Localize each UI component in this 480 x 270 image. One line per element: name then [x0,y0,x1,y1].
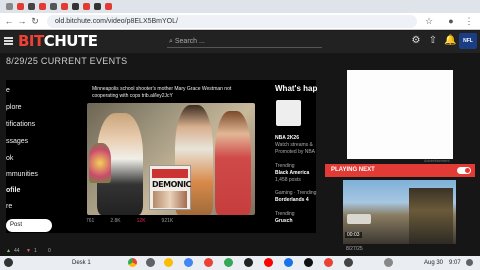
sidemenu-item: tifications [6,121,36,128]
menu-kebab-icon[interactable]: ⋮ [464,16,474,26]
youtube-icon[interactable] [264,258,273,267]
next-video-date: 8/27/25 [346,246,363,252]
avatar[interactable]: NFL [459,33,477,49]
dislike-icon[interactable]: ▼ [26,248,31,254]
autoplay-toggle[interactable] [457,167,471,174]
next-video-duration: 00:03 [345,232,362,238]
reload-icon[interactable]: ↻ [30,16,40,26]
shelf-date[interactable]: Aug 30 [424,258,443,268]
trend-name: Borderlands 4 [275,197,309,203]
tab-icon[interactable] [83,3,90,10]
repost-count: 2.8K [110,218,121,224]
dislike-count: 1 [34,248,37,254]
tweet-text: Minneapolis school shooter's mother Mary… [92,86,232,99]
newspaper-photo [153,191,187,208]
promo-text: Watch streams & [275,142,313,148]
settings-gear-icon[interactable]: ⚙ [410,35,422,47]
app-icon[interactable] [284,258,293,267]
page-title: 8/29/25 CURRENT EVENTS [6,56,128,66]
promo-image [276,100,301,126]
app-icon[interactable] [324,258,333,267]
search-placeholder: Search ... [174,38,205,45]
browser-tab-strip [0,0,480,13]
tab-icon[interactable] [72,3,79,10]
promo-title: NBA 2K26 [275,135,299,141]
tab-icon[interactable] [39,3,46,10]
bitchute-logo[interactable]: BITCHUTE [18,32,98,50]
sidemenu-item: ofile [6,187,21,194]
back-icon[interactable]: ← [4,16,14,26]
upload-icon[interactable]: ⇧ [427,35,439,47]
tab-icon[interactable] [28,3,35,10]
tray-icon[interactable] [384,258,393,267]
hamburger-menu-icon[interactable] [4,37,13,45]
trend-name: Black America [275,170,310,176]
app-icon[interactable] [344,258,353,267]
launcher-icon[interactable] [4,258,13,267]
app-icon[interactable] [304,258,313,267]
app-icon[interactable] [184,258,193,267]
trend-label: Gaming · Trending [275,190,317,196]
sidemenu-item: mmunities [6,171,38,178]
view-count: 921K [161,218,174,224]
newspaper-overlay: DEMONIC [149,165,191,210]
flowers [89,143,111,183]
bookmark-star-icon[interactable]: ☆ [424,16,434,26]
profile-icon[interactable]: ● [446,16,456,26]
tab-icon[interactable] [50,3,57,10]
files-icon[interactable] [146,258,155,267]
like-icon[interactable]: ▲ [6,248,11,254]
tab-icon[interactable] [94,3,101,10]
comment-count: 0 [48,248,51,254]
app-icon[interactable] [164,258,173,267]
search-input[interactable]: ⌕ Search ... [167,35,322,48]
promo-label: Promoted by NBA [275,149,316,155]
logo-bit: BIT [18,32,44,50]
thumbnail-figure [409,188,453,244]
post-button: Post [6,219,52,232]
tweet-stats: 761 2.8K 12K 921K [86,218,256,224]
trend-label: Trending [275,163,295,169]
sidemenu-item: plore [6,104,22,111]
app-icon[interactable] [224,258,233,267]
advertisement-box[interactable] [347,70,453,159]
gmail-icon[interactable] [204,258,213,267]
sidemenu-item: re [6,203,13,210]
newspaper-masthead [152,169,188,178]
tab-icon[interactable] [61,3,68,10]
shelf-time[interactable]: 9:07 [449,258,461,268]
desk-label[interactable]: Desk 1 [72,258,91,268]
sidemenu-item: e [6,87,10,94]
like-count: 44 [14,248,20,254]
app-icon[interactable] [244,258,253,267]
sidemenu-item: ok [6,155,14,162]
chrome-icon[interactable] [128,258,137,267]
overlay-headline: DEMONIC [152,180,191,189]
tab-icon[interactable] [17,3,24,10]
person-figure [215,111,251,215]
reply-count: 761 [86,218,95,224]
url-field[interactable]: old.bitchute.com/video/p8ELX5BmYOL/ [47,15,417,28]
trend-label: Trending [275,211,295,217]
playing-next-bar: PLAYING NEXT [325,164,475,177]
notification-bell-icon[interactable]: 🔔 [444,35,456,47]
trending-heading: What's hap [275,84,318,93]
tab-icon[interactable] [105,3,112,10]
sidemenu-item: ssages [6,138,29,145]
advertisement-label: Advertisement [424,158,450,163]
like-count: 12K [136,218,146,224]
logo-chute: CHUTE [43,32,98,50]
tweet-photo: DEMONIC [87,103,255,215]
trend-name: Grusch [275,218,293,224]
trend-posts: 1,458 posts [275,177,301,183]
thumbnail-car [347,214,371,224]
forward-icon[interactable]: → [17,16,27,26]
tab-icon[interactable] [6,3,13,10]
wifi-icon[interactable] [466,259,473,266]
